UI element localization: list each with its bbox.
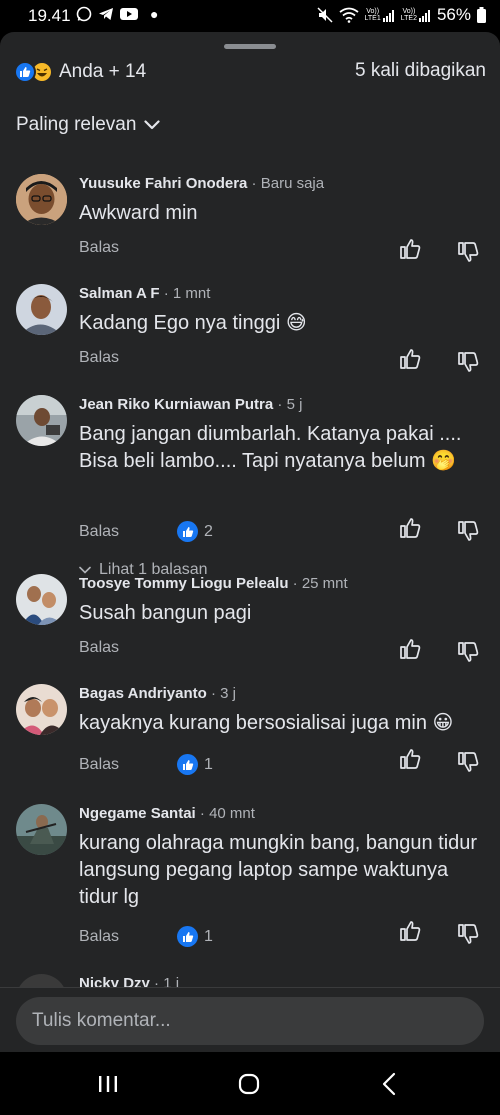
like-icon xyxy=(177,754,199,775)
avatar[interactable] xyxy=(16,684,67,735)
avatar[interactable] xyxy=(16,284,67,335)
comment-time: 5 j xyxy=(286,396,303,413)
comment-composer xyxy=(0,987,500,1052)
comment-time: Baru saja xyxy=(260,175,325,192)
upvote-icon[interactable] xyxy=(399,748,421,770)
upvote-icon[interactable] xyxy=(399,517,421,539)
downvote-icon[interactable] xyxy=(457,351,479,373)
youtube-icon xyxy=(120,8,138,20)
status-bar: 19.41 ● Vo)) LTE1 Vo)) LTE2 56% xyxy=(0,0,500,32)
reactors-label[interactable]: Anda + 14 xyxy=(59,61,146,83)
reply-button[interactable]: Balas xyxy=(79,239,119,257)
lte1-indicator: Vo)) LTE1 xyxy=(365,8,395,22)
drag-handle[interactable] xyxy=(224,44,276,49)
comment-header: Bagas Andriyanto · 3 j xyxy=(79,685,236,702)
reply-button[interactable]: Balas xyxy=(79,349,119,367)
wifi-icon xyxy=(338,7,359,23)
navigation-bar xyxy=(0,1052,500,1115)
comment-header: Salman A F · 1 mnt xyxy=(79,285,211,302)
avatar[interactable] xyxy=(16,174,67,225)
status-time: 19.41 xyxy=(28,6,71,25)
avatar[interactable] xyxy=(16,804,67,855)
shares-count[interactable]: 5 kali dibagikan xyxy=(355,60,486,82)
signal-icon xyxy=(382,10,394,22)
like-count[interactable]: 2 xyxy=(177,521,213,542)
downvote-icon[interactable] xyxy=(457,520,479,542)
comment-header: Toosye Tommy Liogu Pelealu · 25 mnt xyxy=(79,575,348,592)
telegram-icon xyxy=(99,8,113,20)
sort-dropdown[interactable]: Paling relevan xyxy=(16,114,161,136)
mute-icon xyxy=(317,7,333,23)
downvote-icon[interactable] xyxy=(457,241,479,263)
home-icon xyxy=(238,1073,260,1095)
upvote-icon[interactable] xyxy=(399,920,421,942)
battery-icon xyxy=(477,7,486,23)
upvote-icon[interactable] xyxy=(399,638,421,660)
upvote-icon[interactable] xyxy=(399,348,421,370)
comment-time: 3 j xyxy=(220,685,236,702)
comment-text: kurang olahraga mungkin bang, bangun tid… xyxy=(79,832,478,908)
back-icon xyxy=(382,1072,396,1096)
signal-icon xyxy=(418,10,430,22)
back-button[interactable] xyxy=(369,1068,409,1100)
emoji: 😀 xyxy=(432,712,454,734)
reply-button[interactable]: Balas xyxy=(79,928,119,946)
reactions-summary[interactable]: Anda + 14 5 kali dibagikan xyxy=(14,58,486,86)
comment-text: Awkward min xyxy=(79,202,198,224)
reply-button[interactable]: Balas xyxy=(79,639,119,657)
downvote-icon[interactable] xyxy=(457,923,479,945)
comment-text: Kadang Ego nya tinggi 😅 xyxy=(79,312,307,334)
emoji: 🤭 xyxy=(431,450,456,472)
comment-text: Susah bangun pagi xyxy=(79,602,252,624)
avatar[interactable] xyxy=(16,395,67,446)
chevron-down-icon xyxy=(79,566,91,574)
comment-text: Bang jangan diumbarlah. Katanya pakai ..… xyxy=(79,423,462,472)
downvote-icon[interactable] xyxy=(457,751,479,773)
sort-label: Paling relevan xyxy=(16,114,137,135)
upvote-icon[interactable] xyxy=(399,238,421,260)
battery-percent: 56% xyxy=(436,5,471,24)
comment-actions: Balas 2 xyxy=(79,521,213,542)
like-count[interactable]: 1 xyxy=(177,926,213,947)
recents-button[interactable] xyxy=(88,1068,128,1100)
chevron-down-icon xyxy=(144,120,161,130)
notification-icons: ● xyxy=(76,6,158,22)
commenter-name[interactable]: Ngegame Santai xyxy=(79,805,196,822)
comment-actions: Balas xyxy=(79,349,119,367)
like-icon xyxy=(177,521,199,542)
commenter-name[interactable]: Yuusuke Fahri Onodera xyxy=(79,175,247,192)
comment-actions: Balas xyxy=(79,239,119,257)
comment-header: Ngegame Santai · 40 mnt xyxy=(79,805,255,822)
comment-actions: Balas xyxy=(79,639,119,657)
commenter-name[interactable]: Salman A F xyxy=(79,285,160,302)
commenter-name[interactable]: Bagas Andriyanto xyxy=(79,685,207,702)
commenter-name[interactable]: Toosye Tommy Liogu Pelealu xyxy=(79,575,288,592)
comment-input[interactable] xyxy=(16,997,484,1045)
recents-icon xyxy=(99,1076,117,1092)
downvote-icon[interactable] xyxy=(457,641,479,663)
avatar[interactable] xyxy=(16,574,67,625)
home-button[interactable] xyxy=(229,1068,269,1100)
status-right: Vo)) LTE1 Vo)) LTE2 56% xyxy=(317,5,486,25)
comment-header: Jean Riko Kurniawan Putra · 5 j xyxy=(79,396,303,413)
reply-button[interactable]: Balas xyxy=(79,523,119,541)
dot-icon: ● xyxy=(150,6,159,22)
comment-header: Yuusuke Fahri Onodera · Baru saja xyxy=(79,175,325,192)
comment-text: kayaknya kurang bersosialisai juga min 😀 xyxy=(79,712,454,734)
like-count[interactable]: 1 xyxy=(177,754,213,775)
lte2-indicator: Vo)) LTE2 xyxy=(401,8,431,22)
emoji: 😅 xyxy=(285,312,307,334)
like-icon xyxy=(177,926,199,947)
comment-actions: Balas 1 xyxy=(79,754,213,775)
commenter-name[interactable]: Jean Riko Kurniawan Putra xyxy=(79,396,273,413)
reply-button[interactable]: Balas xyxy=(79,756,119,774)
comment-time: 25 mnt xyxy=(301,575,348,592)
comments-sheet: Anda + 14 5 kali dibagikan Paling releva… xyxy=(0,32,500,1052)
like-reaction-icon xyxy=(14,61,36,83)
whatsapp-icon xyxy=(76,6,92,22)
comment-time: 1 mnt xyxy=(172,285,211,302)
comment-actions: Balas 1 xyxy=(79,926,213,947)
comment-time: 40 mnt xyxy=(209,805,255,822)
